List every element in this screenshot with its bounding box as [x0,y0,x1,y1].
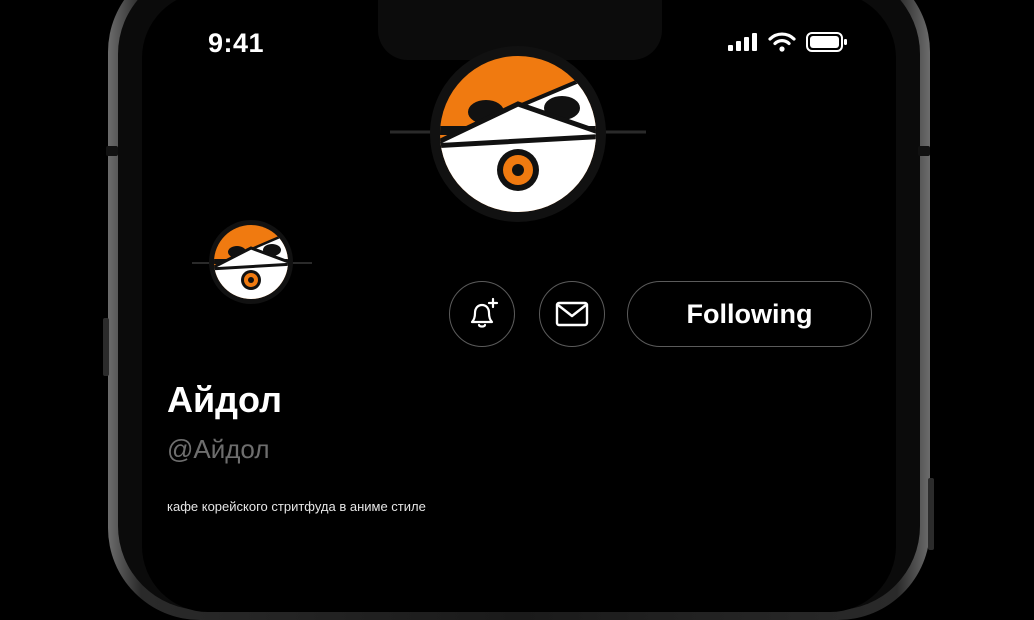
following-button[interactable]: Following [627,281,872,347]
message-button[interactable] [539,281,605,347]
phone-edge-left [106,146,118,156]
profile-handle: @Айдол [167,434,270,464]
mail-icon [554,296,590,332]
profile-display-name: Айдол [167,379,282,420]
phone-side-button-left [103,318,109,376]
phone-edge-right [918,146,930,156]
battery-icon [806,32,848,52]
status-time: 9:41 [208,28,265,58]
notifications-button[interactable] [449,281,515,347]
cellular-signal-icon [728,32,760,52]
wifi-icon [768,32,796,52]
profile-avatar[interactable] [192,219,312,307]
bell-plus-icon [464,296,500,332]
phone-side-button-right [928,478,934,550]
profile-bio: кафе корейского стритфуда в аниме стиле [167,499,426,514]
cover-logo-image [390,46,646,224]
